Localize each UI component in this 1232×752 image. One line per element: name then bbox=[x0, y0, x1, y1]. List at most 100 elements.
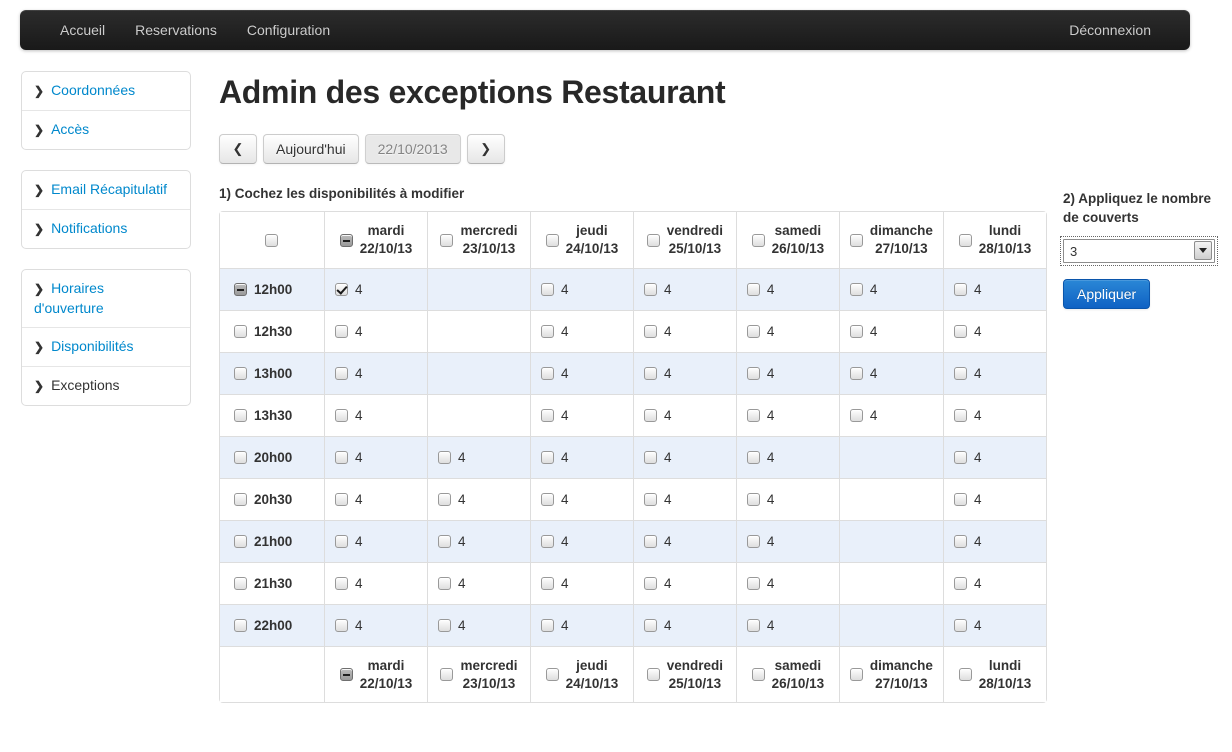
slot-checkbox-lundi-12h00[interactable] bbox=[953, 283, 967, 296]
slot-checkbox-jeudi-13h00[interactable] bbox=[540, 367, 554, 380]
day-column-footer-checkbox-vendredi[interactable] bbox=[646, 668, 660, 681]
current-date-display[interactable]: 22/10/2013 bbox=[364, 134, 461, 164]
slot-checkbox-mercredi-22h00[interactable] bbox=[437, 619, 451, 632]
slot-cell-samedi-21h30: 4 bbox=[735, 562, 839, 604]
nav-item-configuration[interactable]: Configuration bbox=[232, 10, 345, 50]
time-row-checkbox-13h30[interactable] bbox=[234, 409, 247, 422]
sidebar-item-acces[interactable]: ❯ Accès bbox=[22, 111, 190, 149]
day-column-checkbox-dimanche[interactable] bbox=[849, 233, 863, 247]
slot-checkbox-jeudi-20h00[interactable] bbox=[540, 451, 554, 464]
sidebar-item-horaires-douverture[interactable]: ❯ Horaires d'ouverture bbox=[22, 270, 190, 328]
slot-checkbox-mardi-22h00[interactable] bbox=[334, 619, 348, 632]
slot-checkbox-vendredi-21h30[interactable] bbox=[643, 577, 657, 590]
nav-item-accueil[interactable]: Accueil bbox=[45, 10, 120, 50]
day-column-checkbox-samedi[interactable] bbox=[751, 233, 765, 247]
slot-checkbox-jeudi-20h30[interactable] bbox=[540, 493, 554, 506]
slot-checkbox-vendredi-12h00[interactable] bbox=[643, 283, 657, 296]
slot-checkbox-jeudi-21h30[interactable] bbox=[540, 577, 554, 590]
slot-checkbox-vendredi-20h30[interactable] bbox=[643, 493, 657, 506]
slot-checkbox-mercredi-20h00[interactable] bbox=[437, 451, 451, 464]
slot-checkbox-jeudi-12h30[interactable] bbox=[540, 325, 554, 338]
day-column-checkbox-mardi[interactable] bbox=[339, 233, 353, 247]
slot-checkbox-dimanche-12h00[interactable] bbox=[849, 283, 863, 296]
day-column-checkbox-jeudi[interactable] bbox=[545, 233, 559, 247]
time-row-checkbox-20h00[interactable] bbox=[234, 451, 247, 464]
time-row-checkbox-12h00[interactable] bbox=[234, 283, 247, 296]
time-row-checkbox-12h30[interactable] bbox=[234, 325, 247, 338]
slot-checkbox-vendredi-21h00[interactable] bbox=[643, 535, 657, 548]
slot-checkbox-dimanche-13h00[interactable] bbox=[849, 367, 863, 380]
sidebar-item-notifications[interactable]: ❯ Notifications bbox=[22, 210, 190, 248]
slot-checkbox-mardi-20h00[interactable] bbox=[334, 451, 348, 464]
apply-button[interactable]: Appliquer bbox=[1063, 279, 1151, 309]
slot-checkbox-samedi-22h00[interactable] bbox=[746, 619, 760, 632]
slot-checkbox-lundi-12h30[interactable] bbox=[953, 325, 967, 338]
slot-checkbox-vendredi-13h00[interactable] bbox=[643, 367, 657, 380]
nav-item-deconnexion[interactable]: Déconnexion bbox=[1054, 10, 1166, 50]
slot-checkbox-samedi-12h00[interactable] bbox=[746, 283, 760, 296]
slot-checkbox-samedi-13h30[interactable] bbox=[746, 409, 760, 422]
day-column-footer-checkbox-lundi[interactable] bbox=[958, 668, 972, 681]
day-column-footer-checkbox-mardi[interactable] bbox=[339, 668, 353, 681]
slot-checkbox-samedi-20h00[interactable] bbox=[746, 451, 760, 464]
slot-checkbox-jeudi-12h00[interactable] bbox=[540, 283, 554, 296]
day-column-checkbox-mercredi[interactable] bbox=[440, 233, 454, 247]
sidebar-item-label: Accès bbox=[51, 121, 90, 137]
time-row-checkbox-21h30[interactable] bbox=[234, 577, 247, 590]
slot-checkbox-samedi-12h30[interactable] bbox=[746, 325, 760, 338]
sidebar-item-disponibilites[interactable]: ❯ Disponibilités bbox=[22, 328, 190, 367]
slot-checkbox-lundi-20h00[interactable] bbox=[953, 451, 967, 464]
slot-checkbox-lundi-13h00[interactable] bbox=[953, 367, 967, 380]
next-day-button[interactable]: ❯ bbox=[466, 134, 505, 164]
nav-item-reservations[interactable]: Reservations bbox=[120, 10, 232, 50]
time-row-checkbox-21h00[interactable] bbox=[234, 535, 247, 548]
slot-checkbox-mardi-20h30[interactable] bbox=[334, 493, 348, 506]
slot-checkbox-samedi-21h30[interactable] bbox=[746, 577, 760, 590]
slot-checkbox-lundi-22h00[interactable] bbox=[953, 619, 967, 632]
slot-checkbox-jeudi-13h30[interactable] bbox=[540, 409, 554, 422]
time-row-checkbox-22h00[interactable] bbox=[234, 619, 247, 632]
slot-checkbox-mardi-21h00[interactable] bbox=[334, 535, 348, 548]
day-column-footer-checkbox-dimanche[interactable] bbox=[849, 668, 863, 681]
select-all-checkbox[interactable] bbox=[265, 233, 279, 247]
slot-cell-vendredi-20h30: 4 bbox=[632, 478, 736, 520]
time-row-checkbox-20h30[interactable] bbox=[234, 493, 247, 506]
slot-checkbox-mardi-21h30[interactable] bbox=[334, 577, 348, 590]
slot-checkbox-jeudi-22h00[interactable] bbox=[540, 619, 554, 632]
day-column-footer-checkbox-mercredi[interactable] bbox=[440, 668, 454, 681]
previous-day-button[interactable]: ❮ bbox=[219, 134, 257, 164]
slot-checkbox-jeudi-21h00[interactable] bbox=[540, 535, 554, 548]
slot-checkbox-vendredi-13h30[interactable] bbox=[643, 409, 657, 422]
slot-checkbox-vendredi-20h00[interactable] bbox=[643, 451, 657, 464]
slot-checkbox-mardi-13h00[interactable] bbox=[334, 367, 348, 380]
slot-checkbox-lundi-13h30[interactable] bbox=[953, 409, 967, 422]
slot-checkbox-mercredi-21h00[interactable] bbox=[437, 535, 451, 548]
slot-checkbox-samedi-13h00[interactable] bbox=[746, 367, 760, 380]
sidebar-item-exceptions[interactable]: ❯ Exceptions bbox=[22, 367, 190, 405]
slot-checkbox-mercredi-21h30[interactable] bbox=[437, 577, 451, 590]
slot-checkbox-lundi-21h30[interactable] bbox=[953, 577, 967, 590]
slot-checkbox-lundi-20h30[interactable] bbox=[953, 493, 967, 506]
sidebar-item-email-recapitulatif[interactable]: ❯ Email Récapitulatif bbox=[22, 171, 190, 210]
day-column-checkbox-lundi[interactable] bbox=[958, 233, 972, 247]
slot-checkbox-dimanche-13h30[interactable] bbox=[849, 409, 863, 422]
covers-select[interactable]: 012345678910 bbox=[1063, 239, 1215, 263]
select-all-header-cell bbox=[220, 212, 324, 268]
slot-checkbox-mardi-12h00[interactable] bbox=[334, 283, 348, 296]
slot-checkbox-samedi-21h00[interactable] bbox=[746, 535, 760, 548]
slot-checkbox-lundi-21h00[interactable] bbox=[953, 535, 967, 548]
day-column-checkbox-vendredi[interactable] bbox=[646, 233, 660, 247]
day-column-footer-checkbox-jeudi[interactable] bbox=[545, 668, 559, 681]
slot-checkbox-samedi-20h30[interactable] bbox=[746, 493, 760, 506]
slot-checkbox-vendredi-22h00[interactable] bbox=[643, 619, 657, 632]
today-button[interactable]: Aujourd'hui bbox=[263, 134, 359, 164]
slot-checkbox-vendredi-12h30[interactable] bbox=[643, 325, 657, 338]
slot-checkbox-mardi-12h30[interactable] bbox=[334, 325, 348, 338]
slot-checkbox-dimanche-12h30[interactable] bbox=[849, 325, 863, 338]
time-row-checkbox-13h00[interactable] bbox=[234, 367, 247, 380]
sidebar-item-coordonnees[interactable]: ❯ Coordonnées bbox=[22, 72, 190, 111]
slot-checkbox-mardi-13h30[interactable] bbox=[334, 409, 348, 422]
slot-covers-value: 4 bbox=[973, 407, 982, 423]
day-column-footer-checkbox-samedi[interactable] bbox=[751, 668, 765, 681]
slot-checkbox-mercredi-20h30[interactable] bbox=[437, 493, 451, 506]
